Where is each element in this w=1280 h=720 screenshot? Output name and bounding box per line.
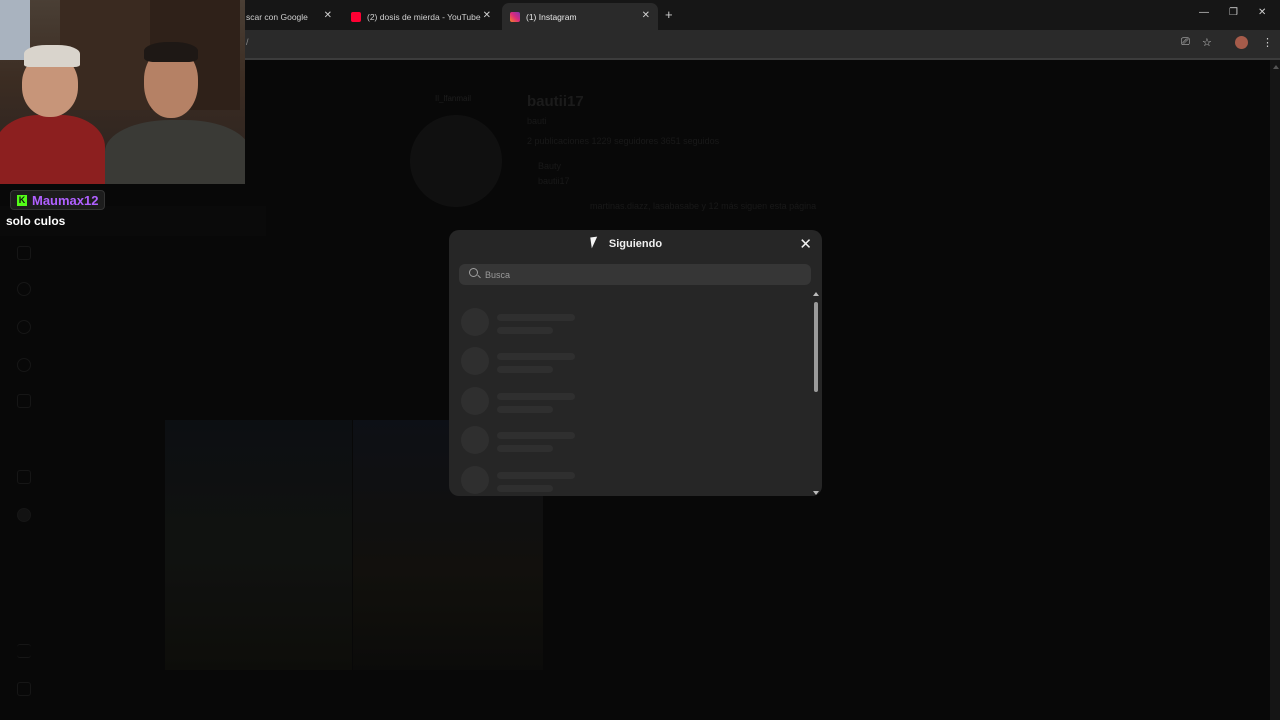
chat-message: solo culos xyxy=(6,214,66,228)
tab-close-icon[interactable]: ✕ xyxy=(642,10,650,21)
placeholder-line xyxy=(497,366,553,373)
tab-google[interactable]: scar con Google ✕ xyxy=(238,3,340,30)
webcam-overlay xyxy=(0,0,245,184)
tab-instagram[interactable]: (1) Instagram ✕ xyxy=(502,3,658,30)
cap xyxy=(24,45,80,67)
placeholder-avatar xyxy=(461,426,489,454)
placeholder-avatar xyxy=(461,347,489,375)
search-icon xyxy=(469,268,478,277)
more-menu-icon[interactable]: ⋮ xyxy=(1262,36,1273,49)
streamer-left xyxy=(0,45,105,184)
dialog-scrollbar[interactable] xyxy=(812,292,820,496)
shirt xyxy=(105,120,245,184)
close-icon[interactable]: ✕ xyxy=(799,235,812,253)
chat-username: Maumax12 xyxy=(32,192,99,208)
placeholder-line xyxy=(497,393,575,400)
placeholder-line xyxy=(497,327,553,334)
placeholder-avatar xyxy=(461,387,489,415)
list-item-placeholder xyxy=(461,466,781,496)
placeholder-avatar xyxy=(461,466,489,494)
youtube-icon xyxy=(351,11,361,22)
list-item-placeholder xyxy=(461,347,781,377)
kick-icon: K xyxy=(17,194,27,206)
tab-label: (2) dosis de mierda - YouTube xyxy=(367,11,481,22)
placeholder-line xyxy=(497,485,553,492)
tab-label: (1) Instagram xyxy=(526,11,577,22)
placeholder-line xyxy=(497,432,575,439)
placeholder-line xyxy=(497,314,575,321)
scroll-down-icon[interactable] xyxy=(813,491,819,495)
placeholder-line xyxy=(497,445,553,452)
plus-icon[interactable]: + xyxy=(665,7,673,22)
tab-label: scar con Google xyxy=(246,11,308,22)
list-item-placeholder xyxy=(461,387,781,417)
scrollbar-thumb[interactable] xyxy=(814,302,818,392)
tab-close-icon[interactable]: ✕ xyxy=(324,10,332,21)
placeholder-line xyxy=(497,406,553,413)
tab-close-icon[interactable]: ✕ xyxy=(483,10,491,21)
profile-avatar[interactable] xyxy=(1235,36,1248,49)
list-item-placeholder xyxy=(461,426,781,456)
placeholder-avatar xyxy=(461,308,489,336)
placeholder-line xyxy=(497,472,575,479)
scroll-up-icon[interactable] xyxy=(813,292,819,296)
shirt xyxy=(0,115,105,184)
chat-username-badge: K Maumax12 xyxy=(10,190,106,210)
search-box[interactable] xyxy=(459,264,811,285)
instagram-icon xyxy=(510,11,520,22)
placeholder-line xyxy=(497,353,575,360)
minimize-icon[interactable]: — xyxy=(1199,7,1209,18)
dialog-title: Siguiendo xyxy=(608,238,663,250)
tab-youtube[interactable]: (2) dosis de mierda - YouTube ✕ xyxy=(343,3,499,30)
streamer-right xyxy=(100,40,245,184)
address-bar[interactable]: / xyxy=(246,37,249,47)
hair xyxy=(144,42,198,62)
page-scrollbar[interactable] xyxy=(1270,60,1280,720)
close-icon[interactable]: ✕ xyxy=(1258,7,1266,18)
install-app-icon[interactable]: ⎚ xyxy=(1181,36,1190,49)
mouse-cursor xyxy=(590,236,599,249)
search-input[interactable] xyxy=(485,267,785,282)
restore-icon[interactable]: ❐ xyxy=(1229,7,1238,18)
bookmark-star-icon[interactable]: ☆ xyxy=(1202,36,1212,49)
list-item-placeholder xyxy=(461,308,781,338)
following-dialog: Siguiendo ✕ xyxy=(449,230,822,496)
